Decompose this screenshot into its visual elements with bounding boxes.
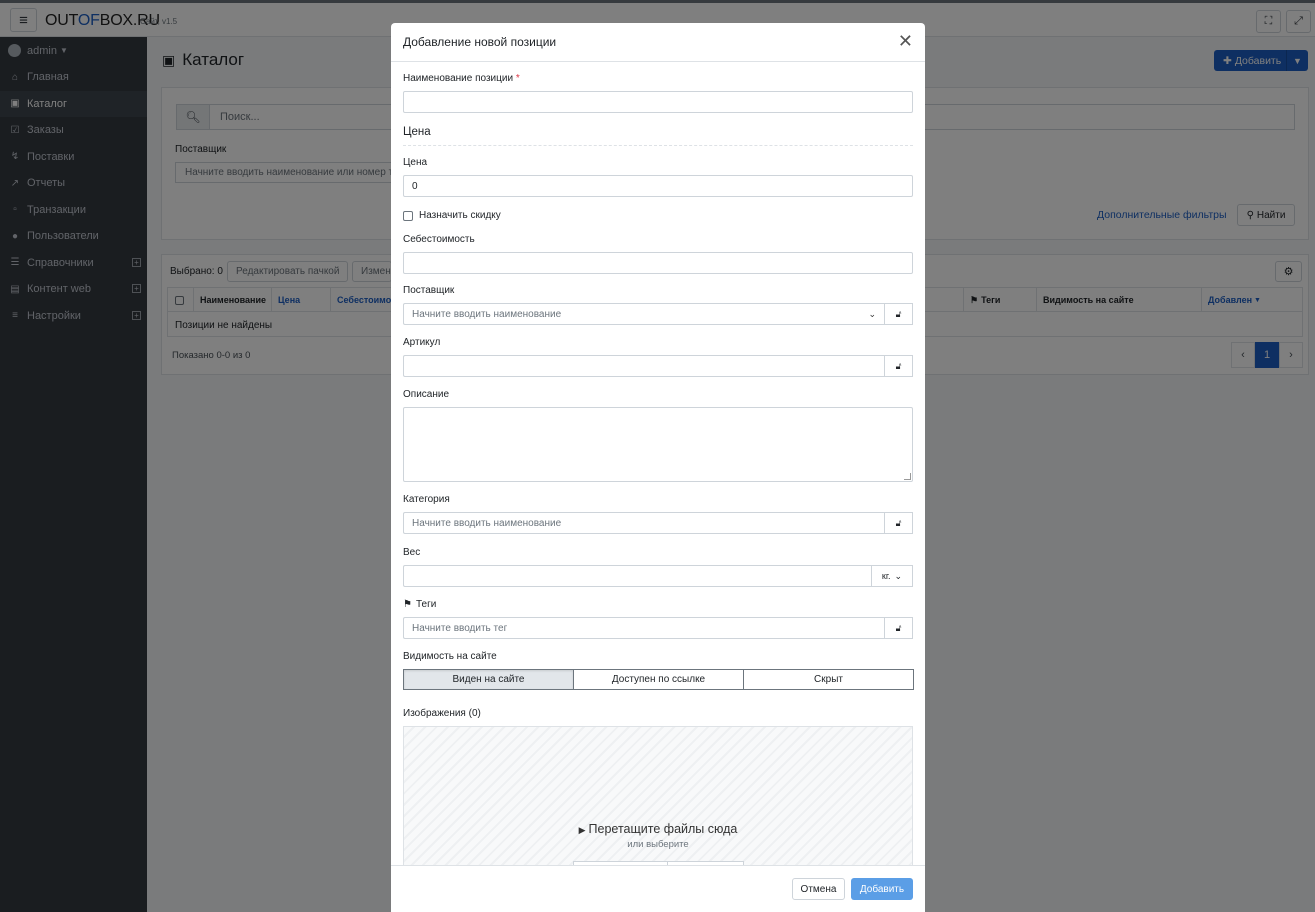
- unlock-icon[interactable]: 🔓︎: [884, 617, 913, 639]
- tags-placeholder: Начните вводить тег: [412, 622, 508, 634]
- modal-footer: Отмена Добавить: [391, 865, 925, 912]
- weight-group: кг. ⌄: [403, 565, 913, 587]
- cost-label: Себестоимость: [403, 234, 475, 245]
- chevron-down-icon: ⌄: [868, 308, 876, 319]
- weight-unit-label: кг.: [881, 571, 891, 581]
- weight-label: Вес: [403, 547, 421, 558]
- discount-checkbox[interactable]: [403, 210, 413, 221]
- caret-right-icon: ▶: [578, 825, 586, 835]
- dropzone-subtitle: или выберите: [627, 839, 689, 850]
- tag-icon: ⚑: [403, 599, 412, 610]
- description-label: Описание: [403, 389, 450, 400]
- visibility-toggle-group: Виден на сайте Доступен по ссылке Скрыт: [403, 669, 914, 690]
- section-divider: [403, 145, 913, 146]
- chevron-down-icon: ⌄: [894, 570, 903, 581]
- name-label-text: Наименование позиции: [403, 73, 514, 84]
- unlock-icon[interactable]: 🔓︎: [884, 303, 913, 325]
- sku-label: Артикул: [403, 337, 441, 348]
- tags-group: Начните вводить тег 🔓︎: [403, 617, 913, 639]
- unlock-icon[interactable]: 🔓︎: [884, 355, 913, 377]
- close-icon[interactable]: ✕: [898, 32, 913, 50]
- image-dropzone[interactable]: ▶ Перетащите файлы сюда или выберите: [403, 726, 913, 865]
- required-mark: *: [515, 73, 520, 84]
- tags-label-text: Теги: [415, 599, 437, 610]
- supplier-group: Начните вводить наименование ⌄ 🔓︎: [403, 303, 913, 325]
- submit-button[interactable]: Добавить: [851, 878, 913, 900]
- modal-title: Добавление новой позиции: [403, 35, 557, 49]
- resize-handle-icon[interactable]: [904, 473, 911, 480]
- cost-input[interactable]: [403, 252, 913, 274]
- supplier-placeholder: Начните вводить наименование: [412, 308, 562, 320]
- sku-input[interactable]: [403, 355, 884, 377]
- name-input[interactable]: [403, 91, 913, 113]
- discount-checkbox-row[interactable]: Назначить скидку: [403, 210, 501, 221]
- category-label: Категория: [403, 494, 450, 505]
- category-group: Начните вводить наименование 🔓︎: [403, 512, 913, 534]
- name-label: Наименование позиции *: [403, 73, 520, 84]
- tags-input[interactable]: Начните вводить тег: [403, 617, 884, 639]
- add-item-modal: Добавление новой позиции ✕ Наименование …: [391, 23, 925, 912]
- category-input[interactable]: Начните вводить наименование: [403, 512, 884, 534]
- cancel-button[interactable]: Отмена: [792, 878, 845, 900]
- tags-label: ⚑ Теги: [403, 599, 436, 610]
- visibility-label: Видимость на сайте: [403, 651, 497, 662]
- weight-unit-select[interactable]: кг. ⌄: [871, 565, 913, 587]
- visibility-link-button[interactable]: Доступен по ссылке: [573, 669, 744, 690]
- price-input[interactable]: 0: [403, 175, 913, 197]
- visibility-hidden-button[interactable]: Скрыт: [743, 669, 914, 690]
- visibility-visible-button[interactable]: Виден на сайте: [403, 669, 574, 690]
- category-placeholder: Начните вводить наименование: [412, 517, 562, 529]
- price-section-title: Цена: [403, 126, 431, 138]
- weight-input[interactable]: [403, 565, 871, 587]
- description-textarea[interactable]: [403, 407, 913, 482]
- sku-group: 🔓︎: [403, 355, 913, 377]
- supplier-select[interactable]: Начните вводить наименование ⌄: [403, 303, 884, 325]
- supplier-label: Поставщик: [403, 285, 455, 296]
- unlock-icon[interactable]: 🔓︎: [884, 512, 913, 534]
- dropzone-title-text: Перетащите файлы сюда: [588, 822, 738, 836]
- dropzone-title: ▶ Перетащите файлы сюда: [404, 822, 912, 836]
- modal-header: Добавление новой позиции ✕: [391, 23, 925, 62]
- price-label: Цена: [403, 157, 428, 168]
- modal-body: Наименование позиции * Цена Цена 0 Назна…: [391, 62, 925, 865]
- discount-label: Назначить скидку: [419, 210, 501, 221]
- images-label: Изображения (0): [403, 708, 481, 719]
